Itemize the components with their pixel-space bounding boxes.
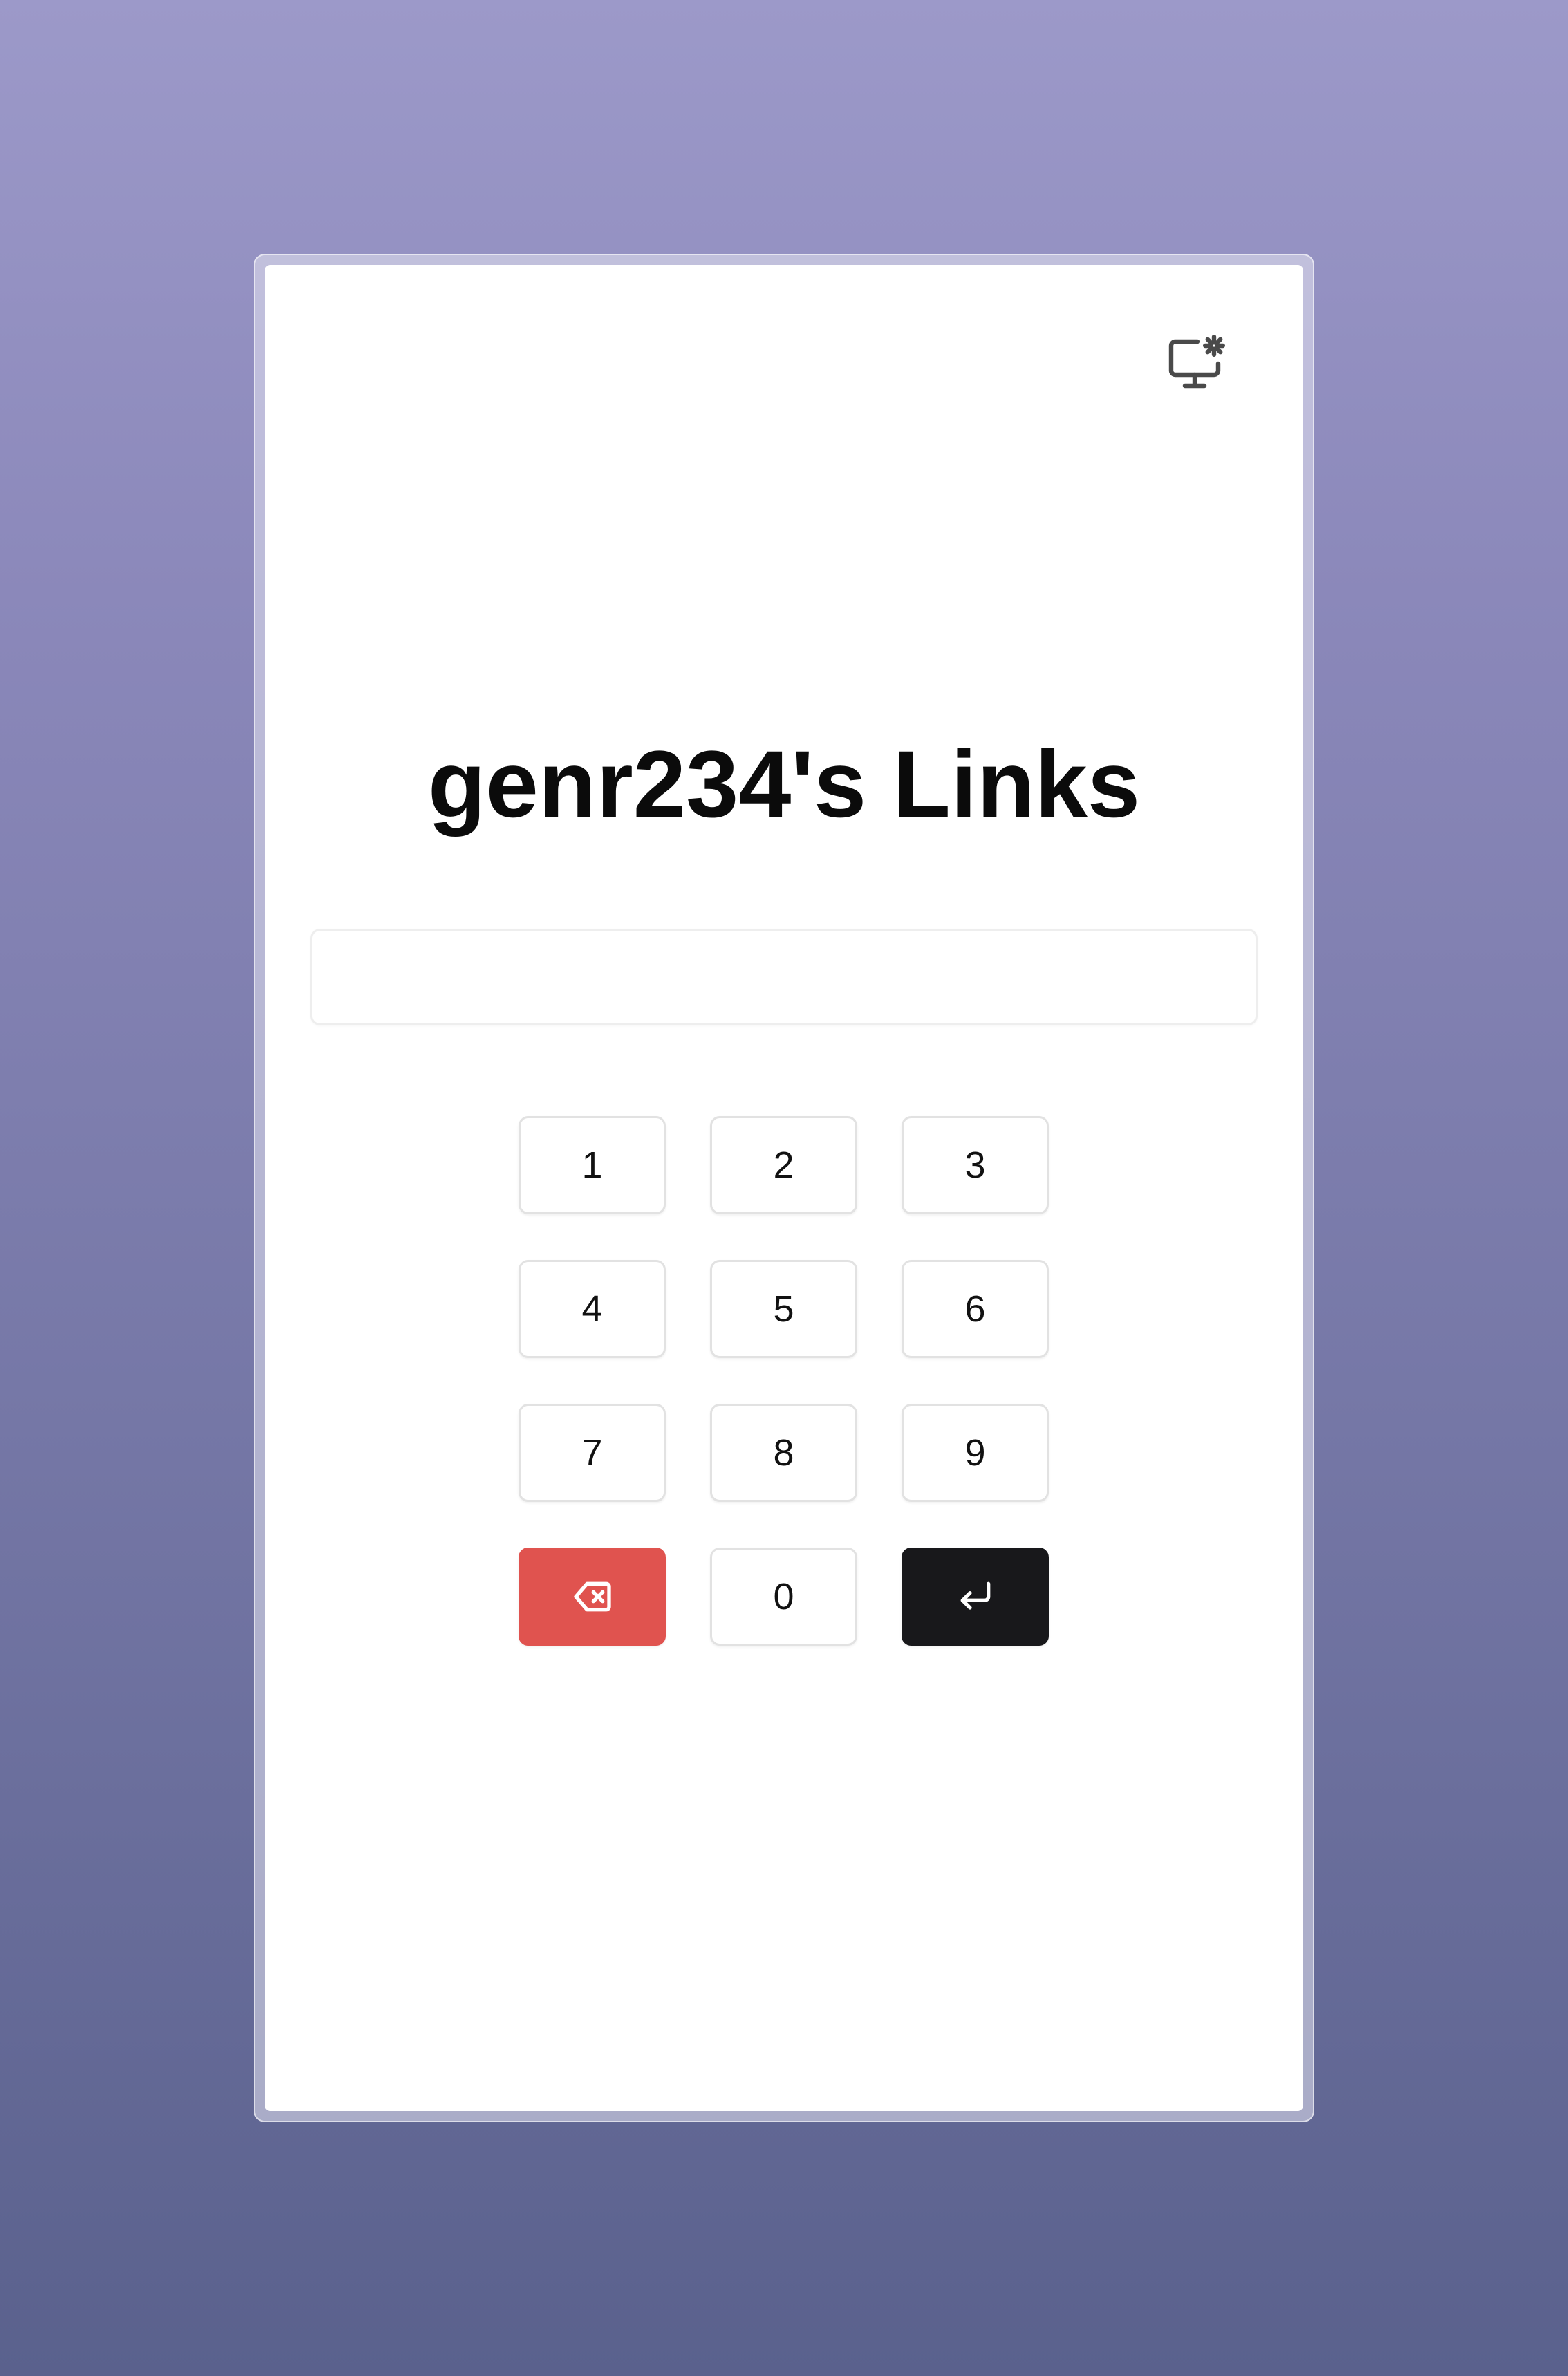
delete-button[interactable] (519, 1548, 666, 1646)
keypad-key-4[interactable]: 4 (519, 1260, 666, 1358)
keypad-key-5[interactable]: 5 (710, 1260, 857, 1358)
keypad-key-6[interactable]: 6 (902, 1260, 1049, 1358)
keypad-key-9[interactable]: 9 (902, 1404, 1049, 1502)
keypad-key-7[interactable]: 7 (519, 1404, 666, 1502)
display-settings-button[interactable] (1161, 329, 1231, 398)
monitor-settings-icon (1168, 335, 1225, 389)
keypad-key-3[interactable]: 3 (902, 1116, 1049, 1214)
pin-input[interactable] (310, 929, 1258, 1025)
page-title: genr234's Links (427, 732, 1141, 837)
keypad-key-1[interactable]: 1 (519, 1116, 666, 1214)
keypad-key-2[interactable]: 2 (710, 1116, 857, 1214)
backspace-icon (573, 1581, 611, 1612)
keypad-key-8[interactable]: 8 (710, 1404, 857, 1502)
enter-return-icon (960, 1581, 990, 1610)
enter-button[interactable] (902, 1548, 1049, 1646)
keypad-key-0[interactable]: 0 (710, 1548, 857, 1646)
